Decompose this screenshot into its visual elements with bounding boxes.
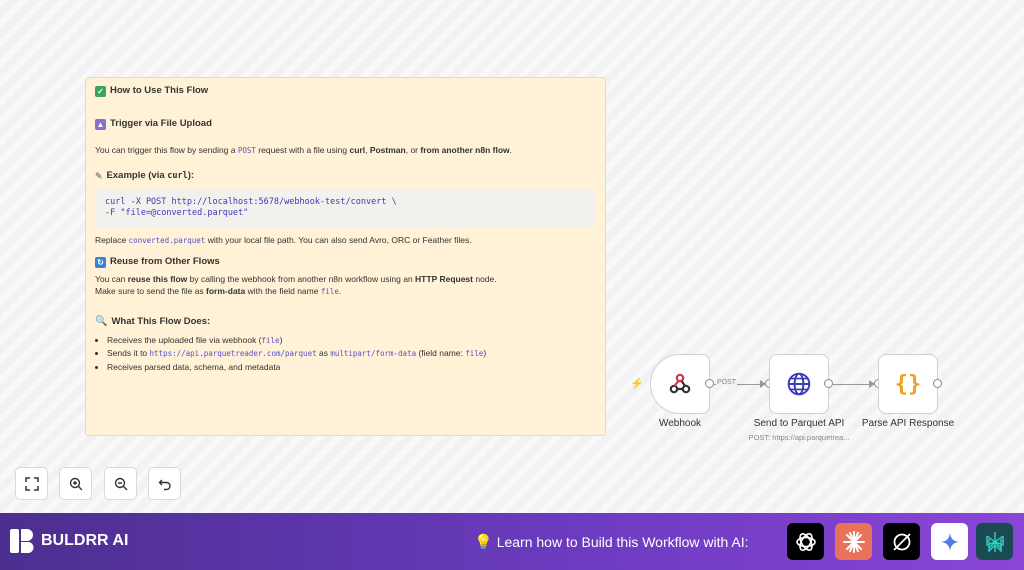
zoom-in-icon bbox=[69, 477, 82, 490]
webhook-output-port[interactable] bbox=[705, 379, 714, 388]
claude-button[interactable] bbox=[835, 523, 872, 560]
gemini-icon bbox=[939, 531, 960, 552]
undo-icon bbox=[158, 479, 171, 490]
chatgpt-icon bbox=[795, 532, 816, 551]
trigger-heading: ▲ Trigger via File Upload bbox=[95, 117, 212, 130]
does-heading: 🔍 What This Flow Does: bbox=[95, 315, 211, 328]
parse-node-label: Parse API Response bbox=[861, 418, 955, 429]
parquet-node-subtitle: POST: https://api.parquetrea... bbox=[748, 433, 850, 442]
does-list: Receives the uploaded file via webhook (… bbox=[107, 335, 596, 373]
globe-icon bbox=[787, 372, 811, 396]
brand[interactable]: BULDRR AI bbox=[9, 528, 128, 554]
perplexity-icon bbox=[985, 531, 1004, 553]
zoom-in-button[interactable] bbox=[59, 467, 92, 500]
chatgpt-button[interactable] bbox=[787, 523, 824, 560]
checkmark-icon: ✓ bbox=[95, 85, 106, 97]
sticky-note[interactable]: ✓ How to Use This Flow ▲ Trigger via Fil… bbox=[85, 77, 606, 436]
parquet-output-port[interactable] bbox=[824, 379, 833, 388]
curl-code-block: curl -X POST http://localhost:5678/webho… bbox=[95, 188, 596, 227]
send-parquet-node[interactable] bbox=[769, 354, 829, 414]
repeat-icon: ↻ bbox=[95, 257, 106, 269]
file-upload-icon: ▲ bbox=[95, 118, 106, 130]
list-item: Receives the uploaded file via webhook (… bbox=[107, 335, 596, 346]
zoom-out-icon bbox=[114, 477, 127, 490]
braces-icon: {} bbox=[894, 371, 922, 397]
note-title: ✓ How to Use This Flow bbox=[95, 85, 596, 98]
pencil-icon: ✎ bbox=[95, 171, 103, 182]
reuse-heading: ↻ Reuse from Other Flows bbox=[95, 256, 596, 269]
learn-text: 💡 Learn how to Build this Workflow with … bbox=[474, 534, 749, 551]
fit-view-button[interactable] bbox=[15, 467, 48, 500]
list-item: Receives parsed data, schema, and metada… bbox=[107, 362, 596, 373]
fullscreen-icon bbox=[24, 476, 39, 491]
webhook-node-label: Webhook bbox=[658, 418, 702, 429]
magnifier-icon: 🔍 bbox=[95, 316, 108, 328]
parse-response-node[interactable]: {} bbox=[878, 354, 938, 414]
brand-name: BULDRR AI bbox=[41, 532, 129, 549]
grok-button[interactable] bbox=[883, 523, 920, 560]
claude-icon bbox=[842, 530, 865, 553]
list-item: Sends it to https://api.parquetreader.co… bbox=[107, 348, 596, 359]
lightbulb-icon: 💡 bbox=[474, 534, 493, 551]
zoom-out-button[interactable] bbox=[104, 467, 137, 500]
webhook-node[interactable] bbox=[650, 354, 710, 414]
grok-icon bbox=[892, 532, 911, 551]
replace-text: Replace converted.parquet with your loca… bbox=[95, 235, 472, 245]
parse-output-port[interactable] bbox=[933, 379, 942, 388]
buldrr-logo-icon bbox=[10, 529, 34, 553]
perplexity-button[interactable] bbox=[976, 523, 1013, 560]
trigger-text: You can trigger this flow by sending a P… bbox=[95, 144, 512, 155]
example-heading: ✎ Example (via curl): bbox=[95, 170, 195, 182]
connection-label: POST bbox=[716, 379, 738, 386]
reset-zoom-button[interactable] bbox=[148, 467, 181, 500]
webhook-icon bbox=[669, 373, 691, 394]
trigger-bolt-icon: ⚡ bbox=[630, 378, 644, 390]
gemini-button[interactable] bbox=[931, 523, 968, 560]
footer-banner: BULDRR AI 💡 Learn how to Build this Work… bbox=[0, 513, 1024, 570]
reuse-text: You can reuse this flow by calling the w… bbox=[95, 274, 497, 296]
connection-line bbox=[833, 384, 871, 385]
